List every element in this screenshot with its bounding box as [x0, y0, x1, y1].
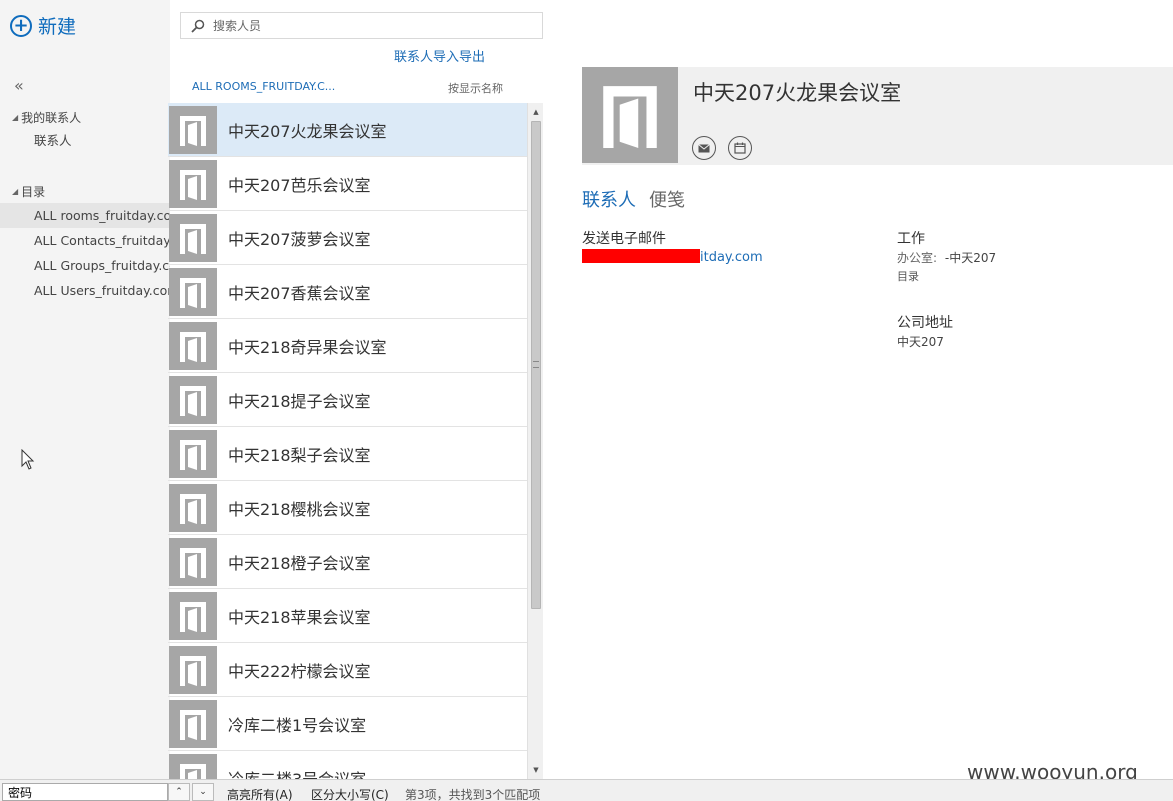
list-item[interactable]: 中天218橙子会议室 [168, 535, 527, 589]
list-item[interactable]: 中天207香蕉会议室 [168, 265, 527, 319]
list-item-name: 中天207香蕉会议室 [228, 283, 371, 303]
room-placeholder-icon [169, 375, 217, 424]
room-placeholder-icon [169, 267, 217, 316]
office-field: 办公室: -中天207 [897, 249, 996, 266]
office-value: -中天207 [944, 251, 997, 265]
room-placeholder-icon [169, 213, 217, 262]
list-filter-dropdown[interactable]: ALL ROOMS_FRUITDAY.C... [192, 80, 335, 93]
room-placeholder-icon [169, 591, 217, 640]
list-item[interactable]: 中天222柠檬会议室 [168, 643, 527, 697]
list-item-name: 冷库二楼3号会议室 [228, 769, 367, 780]
room-placeholder-icon [169, 159, 217, 208]
list-item[interactable]: 中天207菠萝会议室 [168, 211, 527, 265]
import-export-link[interactable]: 联系人导入导出 [394, 46, 485, 65]
room-placeholder-icon [169, 429, 217, 478]
new-button-label: 新建 [38, 16, 77, 38]
list-item-name: 中天207火龙果会议室 [228, 121, 387, 141]
plus-circle-icon: + [10, 14, 32, 37]
room-placeholder-icon [169, 753, 217, 779]
list-item[interactable]: 中天218奇异果会议室 [168, 319, 527, 373]
room-placeholder-icon [169, 537, 217, 586]
scroll-up-arrow-icon[interactable]: ▲ [528, 105, 544, 119]
contact-name: 中天207火龙果会议室 [693, 81, 902, 105]
room-placeholder-icon [169, 699, 217, 748]
directory-group[interactable]: ◢ 目录 [12, 183, 45, 200]
highlight-all-toggle[interactable]: 高亮所有(A) [227, 786, 293, 801]
left-nav-pane: + 新建 « ◢ 我的联系人 联系人 ◢ 目录 ALL rooms_fruitd… [0, 0, 170, 779]
email-address-link[interactable]: itday.com [582, 249, 763, 265]
nav-item-contacts[interactable]: 联系人 [0, 128, 170, 153]
scrollbar-grip [533, 361, 539, 368]
match-case-toggle[interactable]: 区分大小写(C) [311, 786, 389, 801]
tab-notes[interactable]: 便笺 [649, 186, 685, 212]
room-placeholder-icon [169, 105, 217, 154]
scroll-down-arrow-icon[interactable]: ▼ [528, 763, 544, 777]
nav-item-all-users[interactable]: ALL Users_fruitday.com [0, 278, 170, 303]
list-item[interactable]: 中天207火龙果会议室 [168, 103, 527, 157]
contact-list: 中天207火龙果会议室 中天207芭乐会议室 中天207菠萝会议室 中天207香… [168, 103, 527, 779]
contact-card-header: 中天207火龙果会议室 [582, 67, 1173, 165]
list-item-name: 中天218提子会议室 [228, 391, 371, 411]
email-icon[interactable] [692, 136, 716, 160]
collapse-triangle-icon: ◢ [12, 113, 19, 122]
find-previous-button[interactable]: ⌃ [168, 783, 190, 801]
list-item[interactable]: 中天218梨子会议室 [168, 427, 527, 481]
find-status: 第3项，共找到3个匹配项 [405, 788, 541, 801]
list-item-name: 中天207芭乐会议室 [228, 175, 371, 195]
list-item-name: 中天218梨子会议室 [228, 445, 371, 465]
search-input[interactable] [213, 18, 513, 33]
find-bar: ⌃ ⌄ 高亮所有(A) 区分大小写(C) 第3项，共找到3个匹配项 [0, 779, 1173, 801]
office-label: 办公室: [897, 251, 938, 265]
collapse-triangle-icon: ◢ [12, 187, 19, 196]
room-placeholder-icon [169, 645, 217, 694]
collapse-pane-icon[interactable]: « [14, 76, 24, 95]
list-item[interactable]: 中天207芭乐会议室 [168, 157, 527, 211]
directory-label: 目录 [21, 185, 46, 199]
nav-item-all-contacts[interactable]: ALL Contacts_fruitday.com [0, 228, 170, 253]
company-address-value: 中天207 [897, 335, 944, 349]
search-box[interactable] [180, 12, 543, 39]
work-heading: 工作 [897, 231, 925, 247]
list-scrollbar[interactable]: ▲ ▼ [527, 103, 543, 779]
directory-text: 目录 [897, 270, 919, 283]
list-item-name: 中天222柠檬会议室 [228, 661, 371, 681]
list-item[interactable]: 冷库二楼3号会议室 [168, 751, 527, 779]
nav-item-all-groups[interactable]: ALL Groups_fruitday.com [0, 253, 170, 278]
list-item-name: 中天218橙子会议室 [228, 553, 371, 573]
list-item-name: 中天207菠萝会议室 [228, 229, 371, 249]
nav-item-all-rooms[interactable]: ALL rooms_fruitday.com [0, 203, 170, 228]
room-placeholder-icon [582, 67, 678, 163]
my-contacts-label: 我的联系人 [21, 111, 82, 125]
redaction-mark [582, 249, 700, 263]
list-item[interactable]: 中天218提子会议室 [168, 373, 527, 427]
list-item[interactable]: 冷库二楼1号会议室 [168, 697, 527, 751]
list-item-name: 中天218苹果会议室 [228, 607, 371, 627]
mouse-cursor-icon [21, 449, 35, 470]
room-placeholder-icon [169, 321, 217, 370]
company-address-heading: 公司地址 [897, 315, 953, 331]
search-icon [191, 19, 205, 33]
tab-contact[interactable]: 联系人 [582, 186, 636, 212]
room-placeholder-icon [169, 483, 217, 532]
list-sort-dropdown[interactable]: 按显示名称 [448, 80, 503, 96]
list-item[interactable]: 中天218苹果会议室 [168, 589, 527, 643]
list-item-name: 冷库二楼1号会议室 [228, 715, 367, 735]
send-email-heading: 发送电子邮件 [582, 231, 666, 247]
list-item[interactable]: 中天218樱桃会议室 [168, 481, 527, 535]
find-next-button[interactable]: ⌄ [192, 783, 214, 801]
find-input[interactable] [2, 783, 168, 801]
list-item-name: 中天218樱桃会议室 [228, 499, 371, 519]
list-item-name: 中天218奇异果会议室 [228, 337, 387, 357]
new-button[interactable]: + 新建 [10, 12, 76, 39]
calendar-icon[interactable] [728, 136, 752, 160]
my-contacts-group[interactable]: ◢ 我的联系人 [12, 109, 81, 126]
email-address-text: itday.com [700, 250, 763, 265]
